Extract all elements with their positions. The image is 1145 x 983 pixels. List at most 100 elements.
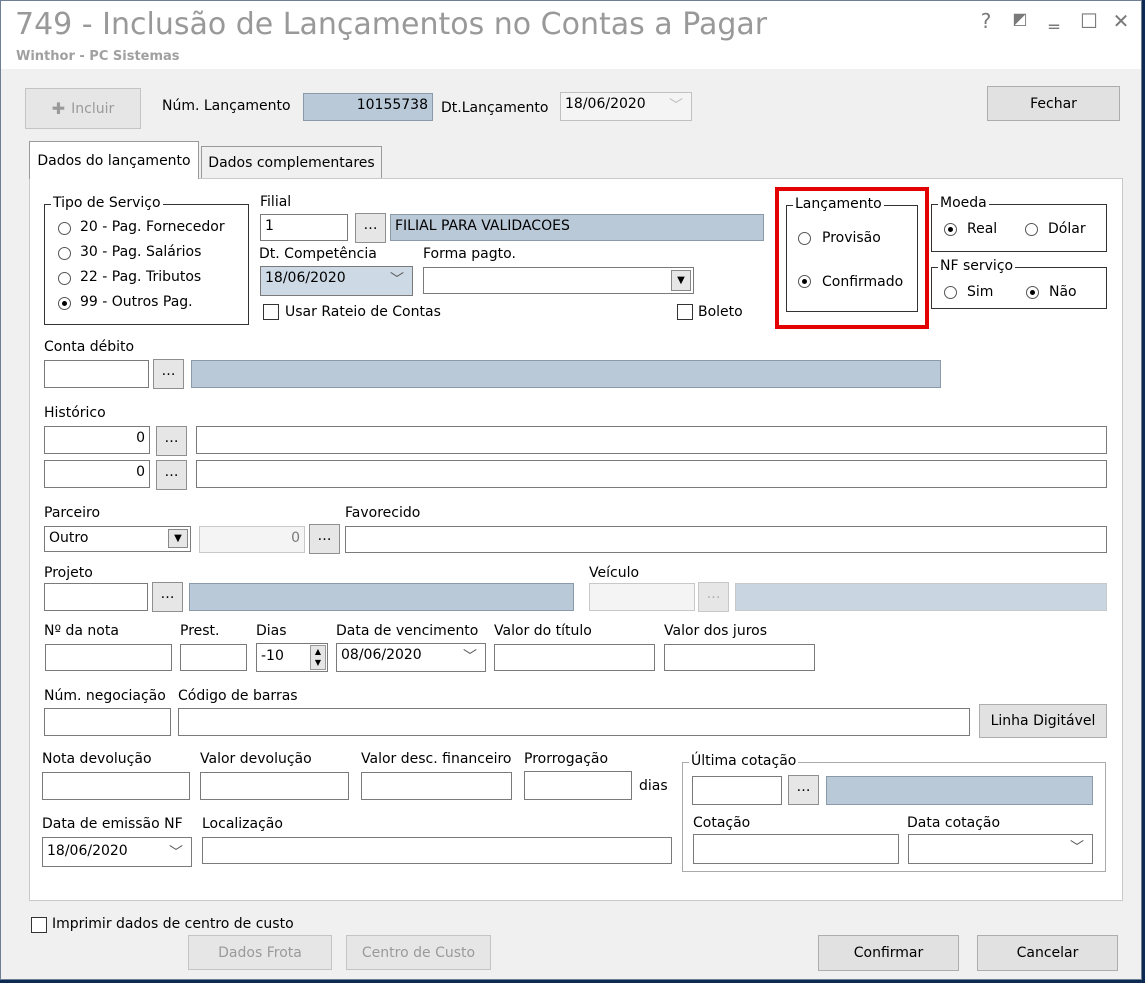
ellipsis-icon: … xyxy=(160,586,175,602)
ellipsis-icon: … xyxy=(317,528,332,544)
valor-devolucao-field[interactable] xyxy=(200,772,349,800)
tipo-servico-radio-99[interactable] xyxy=(58,297,71,310)
codigo-barras-field[interactable] xyxy=(178,708,970,736)
historico-lookup2-button[interactable]: … xyxy=(156,460,187,490)
incluir-button[interactable]: ✚ Incluir xyxy=(25,88,141,129)
cotacao-field[interactable] xyxy=(693,834,899,864)
nf-servico-group: NF serviço xyxy=(931,258,1107,309)
tipo-servico-radio-22[interactable] xyxy=(58,272,71,285)
historico-text1-field[interactable] xyxy=(196,426,1107,454)
forma-pagto-label: Forma pagto. xyxy=(423,246,516,262)
nf-servico-label-sim: Sim xyxy=(967,284,994,300)
spin-icon: ▲ ▼ xyxy=(310,645,326,670)
ellipsis-icon: … xyxy=(706,586,721,602)
filial-lookup-button[interactable]: … xyxy=(355,213,386,243)
valor-titulo-label: Valor do título xyxy=(494,623,592,639)
tipo-servico-label-20: 20 - Pag. Fornecedor xyxy=(80,219,225,235)
projeto-code-field[interactable] xyxy=(44,583,148,611)
valor-titulo-field[interactable] xyxy=(494,644,655,671)
imprimir-centro-custo-label: Imprimir dados de centro de custo xyxy=(52,916,294,932)
restore-button[interactable]: ◩ xyxy=(1007,9,1033,28)
prorrogacao-label: Prorrogação xyxy=(524,751,609,767)
ultima-cotacao-lookup-button[interactable]: … xyxy=(788,775,819,805)
chevron-down-icon: ▼ xyxy=(168,529,188,548)
nf-servico-radio-nao[interactable] xyxy=(1026,286,1039,299)
desc-financeiro-label: Valor desc. financeiro xyxy=(361,751,512,767)
localizacao-field[interactable] xyxy=(202,837,672,864)
dt-competencia-field[interactable]: 18/06/2020 ﹀ xyxy=(260,266,413,296)
dias-spinner[interactable]: -10 ▲ ▼ xyxy=(256,643,328,672)
valor-juros-label: Valor dos juros xyxy=(664,623,767,639)
moeda-radio-dolar[interactable] xyxy=(1025,223,1038,236)
filial-code-field[interactable]: 1 xyxy=(260,214,348,241)
close-button[interactable]: ✕ xyxy=(1108,9,1134,33)
ellipsis-icon: … xyxy=(363,217,378,233)
dados-frota-button[interactable]: Dados Frota xyxy=(188,935,332,970)
ellipsis-icon: … xyxy=(164,464,179,480)
ultima-cotacao-legend: Última cotação xyxy=(689,753,799,769)
imprimir-centro-custo-checkbox[interactable] xyxy=(31,917,47,933)
boleto-checkbox[interactable] xyxy=(677,304,693,320)
historico-lookup1-button[interactable]: … xyxy=(156,426,187,456)
centro-custo-button[interactable]: Centro de Custo xyxy=(346,935,491,970)
linha-digitavel-button[interactable]: Linha Digitável xyxy=(979,704,1107,738)
tab-dados-lancamento[interactable]: Dados do lançamento xyxy=(29,141,199,179)
vencimento-field[interactable]: 08/06/2020 ﹀ xyxy=(336,643,486,672)
data-emissao-field[interactable]: 18/06/2020 ﹀ xyxy=(42,837,192,867)
prest-field[interactable] xyxy=(180,644,247,671)
forma-pagto-select[interactable]: ▼ xyxy=(423,267,694,294)
conta-debito-code-field[interactable] xyxy=(44,360,149,388)
cancelar-button[interactable]: Cancelar xyxy=(977,935,1118,971)
minimize-button[interactable]: ‗ xyxy=(1041,5,1067,29)
help-button[interactable]: ? xyxy=(973,9,999,33)
historico-code1-field[interactable]: 0 xyxy=(44,426,150,454)
projeto-label: Projeto xyxy=(44,565,93,581)
dt-lancamento-label: Dt.Lançamento xyxy=(441,100,549,116)
data-cotacao-field[interactable]: ﹀ xyxy=(908,834,1093,864)
conta-debito-lookup-button[interactable]: … xyxy=(153,359,184,389)
filial-label: Filial xyxy=(260,194,292,210)
moeda-radio-real[interactable] xyxy=(944,223,957,236)
num-lancamento-field[interactable]: 10155738 xyxy=(303,93,433,121)
nota-devolucao-label: Nota devolução xyxy=(42,751,152,767)
favorecido-field[interactable] xyxy=(345,526,1107,553)
boleto-label: Boleto xyxy=(698,304,743,320)
valor-juros-field[interactable] xyxy=(664,644,815,671)
maximize-button[interactable]: ☐ xyxy=(1076,9,1102,33)
ellipsis-icon: … xyxy=(161,363,176,379)
ultima-cotacao-code-field[interactable] xyxy=(692,776,782,805)
historico-label: Histórico xyxy=(44,405,106,421)
tipo-servico-radio-20[interactable] xyxy=(58,222,71,235)
parceiro-lookup-button[interactable]: … xyxy=(309,524,340,554)
title-bar: 749 - Inclusão de Lançamentos no Contas … xyxy=(1,1,1141,69)
dt-competencia-value: 18/06/2020 xyxy=(265,270,346,286)
dias-label: Dias xyxy=(256,623,287,639)
nf-servico-radio-sim[interactable] xyxy=(944,286,957,299)
favorecido-label: Favorecido xyxy=(345,505,421,521)
tipo-servico-label-99: 99 - Outros Pag. xyxy=(80,294,193,310)
parceiro-select[interactable]: Outro ▼ xyxy=(44,526,191,552)
tipo-servico-label-30: 30 - Pag. Salários xyxy=(80,244,202,260)
nf-servico-label-nao: Não xyxy=(1049,284,1077,300)
num-nota-field[interactable] xyxy=(45,644,172,671)
prorrogacao-field[interactable] xyxy=(524,771,632,800)
veiculo-code-field xyxy=(589,583,695,611)
desc-financeiro-field[interactable] xyxy=(361,772,512,800)
prorrogacao-dias-label: dias xyxy=(639,778,668,794)
usar-rateio-label: Usar Rateio de Contas xyxy=(285,304,441,320)
historico-code2-field[interactable]: 0 xyxy=(44,460,150,488)
projeto-lookup-button[interactable]: … xyxy=(152,582,183,612)
fechar-button[interactable]: Fechar xyxy=(987,86,1120,121)
chevron-down-icon: ﹀ xyxy=(169,845,183,861)
nota-devolucao-field[interactable] xyxy=(42,772,190,800)
confirmar-button[interactable]: Confirmar xyxy=(818,935,959,971)
data-emissao-label: Data de emissão NF xyxy=(42,816,183,832)
tipo-servico-radio-30[interactable] xyxy=(58,247,71,260)
usar-rateio-checkbox[interactable] xyxy=(263,304,279,320)
num-negociacao-field[interactable] xyxy=(44,708,171,736)
dt-lancamento-field[interactable]: 18/06/2020 ﹀ xyxy=(560,92,692,121)
window-title: 749 - Inclusão de Lançamentos no Contas … xyxy=(15,7,768,42)
tab-dados-complementares[interactable]: Dados complementares xyxy=(201,146,382,179)
veiculo-lookup-button: … xyxy=(698,582,729,612)
historico-text2-field[interactable] xyxy=(196,460,1107,488)
